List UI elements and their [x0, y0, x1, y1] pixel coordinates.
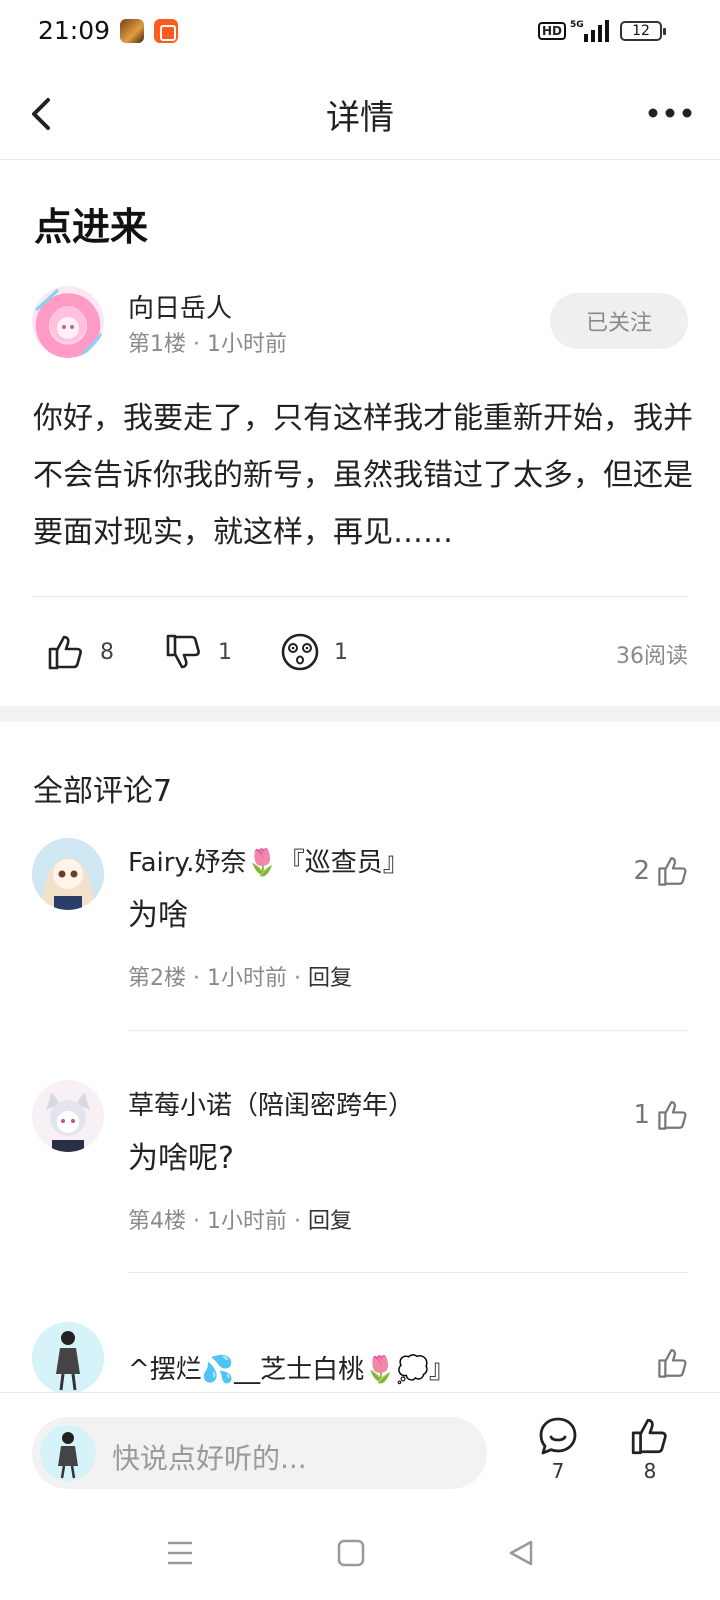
- author-avatar[interactable]: [32, 286, 104, 358]
- reaction-count: 1: [334, 639, 348, 665]
- comment-author[interactable]: 草莓小诺（陪闺密跨年）: [128, 1085, 414, 1122]
- thumb-down-icon: [166, 634, 200, 669]
- comment-text: 为啥呢?: [128, 1141, 234, 1176]
- anime-avatar-image: [32, 1080, 104, 1152]
- thumb-up-icon: [658, 857, 687, 886]
- like-count: 8: [100, 639, 114, 665]
- author-name[interactable]: 向日岳人: [128, 288, 232, 325]
- divider: [128, 1030, 688, 1031]
- comment-like-button[interactable]: 2: [633, 854, 690, 888]
- signal-icon: 5G: [570, 20, 609, 42]
- avatar-figure-image: [58, 1432, 78, 1479]
- follow-button[interactable]: 已关注: [550, 293, 688, 349]
- hd-icon: HD: [538, 22, 567, 40]
- comment-floor: 第4楼: [128, 1209, 186, 1234]
- like-total: 8: [643, 1459, 657, 1483]
- comment-bubble-icon: [539, 1417, 577, 1455]
- reply-button[interactable]: 回复: [308, 966, 352, 991]
- read-count: 36阅读: [616, 644, 688, 669]
- post-meta: 第1楼 · 1小时前: [128, 332, 287, 357]
- thumb-up-icon: [658, 1101, 687, 1130]
- home-square-icon[interactable]: [336, 1538, 366, 1568]
- post-time: 1小时前: [206, 332, 287, 357]
- comment-input-bar: 快说点好听的... 7 8: [0, 1392, 720, 1502]
- comment-avatar[interactable]: [32, 1080, 104, 1152]
- thumb-up-icon: [48, 635, 82, 670]
- back-triangle-icon[interactable]: [506, 1538, 536, 1568]
- battery-icon: 12: [620, 21, 666, 41]
- comment-like-count: 1: [633, 1100, 650, 1130]
- user-avatar: [40, 1425, 96, 1481]
- comment-like-button[interactable]: [656, 1346, 690, 1380]
- page-title: 详情: [326, 98, 394, 138]
- comments-button[interactable]: 7: [528, 1415, 588, 1483]
- divider: [32, 596, 688, 597]
- comment-like-button[interactable]: 1: [633, 1098, 690, 1132]
- divider: [128, 1272, 688, 1273]
- comment-text: 为啥: [128, 898, 188, 933]
- status-bar: 21:09 HD 5G 12: [0, 0, 720, 64]
- dislike-count: 1: [218, 639, 232, 665]
- post-title: 点进来: [34, 205, 149, 249]
- comment-total: 7: [551, 1459, 565, 1483]
- more-icon[interactable]: [646, 98, 694, 128]
- comment-time: 1小时前: [206, 966, 287, 991]
- top-nav-bar: 详情: [0, 68, 720, 160]
- comment-author[interactable]: Fairy.妤奈🌷『巡查员』: [128, 842, 409, 879]
- comment-like-count: 2: [633, 856, 650, 886]
- comments-header: 全部评论7: [33, 774, 173, 809]
- avatar-figure-image: [32, 1322, 104, 1394]
- comment-meta: 第2楼 · 1小时前 · 回复: [128, 966, 352, 991]
- comment-avatar[interactable]: [32, 1322, 104, 1394]
- post-body: 你好，我要走了，只有这样我才能重新开始，我并不会告诉你我的新号，虽然我错过了太多…: [33, 401, 693, 550]
- comment-meta: 第4楼 · 1小时前 · 回复: [128, 1209, 352, 1234]
- comment-floor: 第2楼: [128, 966, 186, 991]
- dislike-button[interactable]: 1: [164, 630, 232, 674]
- dizzy-face-icon: [281, 633, 319, 671]
- like-button[interactable]: 8: [46, 630, 114, 674]
- comment-time: 1小时前: [206, 1209, 287, 1234]
- video-app-icon: [154, 19, 178, 43]
- reaction-button[interactable]: 1: [280, 630, 348, 674]
- reply-button[interactable]: 回复: [308, 1209, 352, 1234]
- anime-avatar-image: [32, 838, 104, 910]
- comment-author[interactable]: ^摆烂💦__芝士白桃🌷💭』: [128, 1349, 455, 1386]
- anime-avatar-image: [34, 288, 104, 358]
- post-floor: 第1楼: [128, 332, 186, 357]
- section-divider: [0, 706, 720, 722]
- comment-input[interactable]: 快说点好听的...: [32, 1417, 487, 1489]
- bottom-like-button[interactable]: 8: [620, 1415, 680, 1483]
- status-time: 21:09: [38, 16, 111, 45]
- system-nav-bar: [0, 1502, 720, 1600]
- thumb-up-icon: [631, 1418, 667, 1455]
- thumb-up-icon: [658, 1349, 687, 1378]
- comment-avatar[interactable]: [32, 838, 104, 910]
- comment-placeholder: 快说点好听的...: [112, 1442, 307, 1475]
- svg-text:5G: 5G: [570, 20, 584, 30]
- menu-icon[interactable]: [165, 1538, 195, 1568]
- game-app-icon: [120, 19, 144, 43]
